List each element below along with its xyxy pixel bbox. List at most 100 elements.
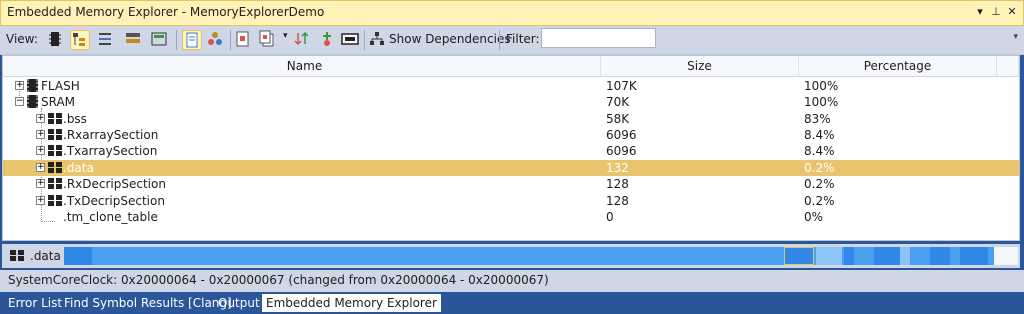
toolbar: View: ▾ Show Dependencies Filter: ▾ [0, 26, 1024, 55]
expand-icon[interactable]: + [36, 179, 45, 188]
row-name: .RxarraySection [63, 128, 159, 142]
tab-find-symbol-results[interactable]: Find Symbol Results [Clang] [60, 294, 236, 312]
status-text: SystemCoreClock: 0x20000064 - 0x20000067… [8, 273, 549, 287]
column-header-size[interactable]: Size [601, 56, 799, 76]
view-label: View: [6, 32, 38, 46]
chip-icon [27, 79, 38, 92]
memory-map[interactable] [64, 247, 1018, 265]
table-row[interactable]: + .bss 58K 83% [3, 111, 1019, 127]
row-size: 128 [606, 194, 629, 208]
bottom-tabs: Error List Find Symbol Results [Clang] O… [0, 292, 1024, 314]
section-icon [48, 178, 62, 189]
window-title: Embedded Memory Explorer - MemoryExplore… [7, 5, 325, 19]
document-button[interactable] [182, 30, 202, 50]
row-size: 0 [606, 210, 614, 224]
table-row[interactable]: − SRAM 70K 100% [3, 94, 1019, 110]
section-icon [48, 129, 62, 140]
row-percentage: 0.2% [804, 161, 835, 175]
memory-view-button[interactable] [46, 30, 66, 50]
show-dependencies-button[interactable]: Show Dependencies [389, 32, 511, 46]
row-percentage: 0% [804, 210, 824, 224]
row-size: 128 [606, 177, 629, 191]
status-line: SystemCoreClock: 0x20000064 - 0x20000067… [0, 270, 1024, 292]
tab-embedded-memory-explorer[interactable]: Embedded Memory Explorer [262, 294, 441, 312]
map-icon [341, 33, 359, 45]
filter-input[interactable] [541, 28, 656, 48]
sort-arrows-icon [294, 31, 309, 46]
table-row[interactable]: + .RxarraySection 6096 8.4% [3, 127, 1019, 143]
expand-icon[interactable]: + [36, 114, 45, 123]
chip-icon [27, 95, 38, 108]
section-icon [48, 162, 62, 173]
sort-button[interactable] [293, 30, 313, 50]
expand-icon[interactable]: + [36, 146, 45, 155]
toolbar-separator [499, 30, 500, 50]
column-header-percentage[interactable]: Percentage [799, 56, 997, 76]
row-percentage: 0.2% [804, 177, 835, 191]
show-dependencies-icon-button[interactable] [368, 30, 388, 50]
map-segment-selected[interactable] [784, 247, 814, 265]
table-row[interactable]: + .TxarraySection 6096 8.4% [3, 143, 1019, 159]
row-name: .data [63, 161, 94, 175]
overflow-icon[interactable]: ▾ [1013, 32, 1018, 42]
map-segment[interactable] [930, 247, 950, 265]
copy-icon [259, 30, 274, 47]
map-segment[interactable] [64, 247, 92, 265]
expand-icon[interactable]: + [36, 163, 45, 172]
grid-header: Name Size Percentage [3, 56, 1019, 77]
map-segment[interactable] [900, 247, 910, 265]
map-button[interactable] [341, 30, 361, 50]
row-size: 107K [606, 79, 637, 93]
table-row[interactable]: + FLASH 107K 100% [3, 78, 1019, 94]
page-red-icon [236, 31, 249, 47]
table-icon [151, 32, 167, 46]
map-segment[interactable] [874, 247, 900, 265]
filter-label: Filter: [506, 32, 540, 46]
copy-button[interactable] [258, 30, 278, 50]
section-icon [48, 195, 62, 206]
memory-explorer-window: Embedded Memory Explorer - MemoryExplore… [0, 0, 1024, 314]
row-name: SRAM [41, 95, 76, 109]
section-view-button[interactable] [70, 30, 90, 50]
row-size: 132 [606, 161, 629, 175]
tab-error-list[interactable]: Error List [4, 294, 66, 312]
diagram-button[interactable] [206, 30, 226, 50]
column-header-name[interactable]: Name [9, 56, 601, 76]
expand-icon[interactable]: + [36, 130, 45, 139]
pin-icon[interactable]: ⊥ [989, 3, 1003, 21]
title-bar[interactable]: Embedded Memory Explorer - MemoryExplore… [0, 0, 1024, 26]
tab-output[interactable]: Output [214, 294, 264, 312]
row-percentage: 100% [804, 95, 839, 109]
map-segment-free[interactable] [994, 247, 1018, 265]
table-row[interactable]: + .TxDecripSection 128 0.2% [3, 193, 1019, 209]
compare-view-button[interactable] [124, 30, 144, 50]
grid-icon [126, 33, 140, 43]
row-name: FLASH [41, 79, 80, 93]
map-segment[interactable] [844, 247, 854, 265]
dependency-icon [323, 32, 331, 46]
expand-icon[interactable]: + [15, 81, 24, 90]
export-view-button[interactable] [150, 30, 170, 50]
table-row[interactable]: + .RxDecripSection 128 0.2% [3, 176, 1019, 192]
map-segment[interactable] [960, 247, 988, 265]
table-row[interactable]: .tm_clone_table 0 0% [3, 209, 1019, 225]
toolbar-separator [176, 30, 177, 50]
collapse-icon[interactable]: − [15, 97, 24, 106]
close-icon[interactable]: ✕ [1005, 3, 1019, 21]
chip-icon [49, 32, 61, 46]
chevron-down-icon[interactable]: ▾ [283, 31, 288, 41]
memory-map-bar: .data [2, 244, 1020, 268]
row-percentage: 83% [804, 112, 831, 126]
section-icon [48, 145, 62, 156]
tree-icon [73, 33, 85, 46]
expand-icon[interactable]: + [36, 196, 45, 205]
row-percentage: 0.2% [804, 194, 835, 208]
map-segment[interactable] [816, 247, 842, 265]
properties-button[interactable] [234, 30, 254, 50]
section-icon [48, 113, 62, 124]
table-row-selected[interactable]: + .data 132 0.2% [3, 160, 1019, 176]
dropdown-icon[interactable]: ▾ [973, 3, 987, 21]
row-name: .TxDecripSection [63, 194, 165, 208]
dependency-button[interactable] [318, 30, 338, 50]
symbol-view-button[interactable] [96, 30, 116, 50]
